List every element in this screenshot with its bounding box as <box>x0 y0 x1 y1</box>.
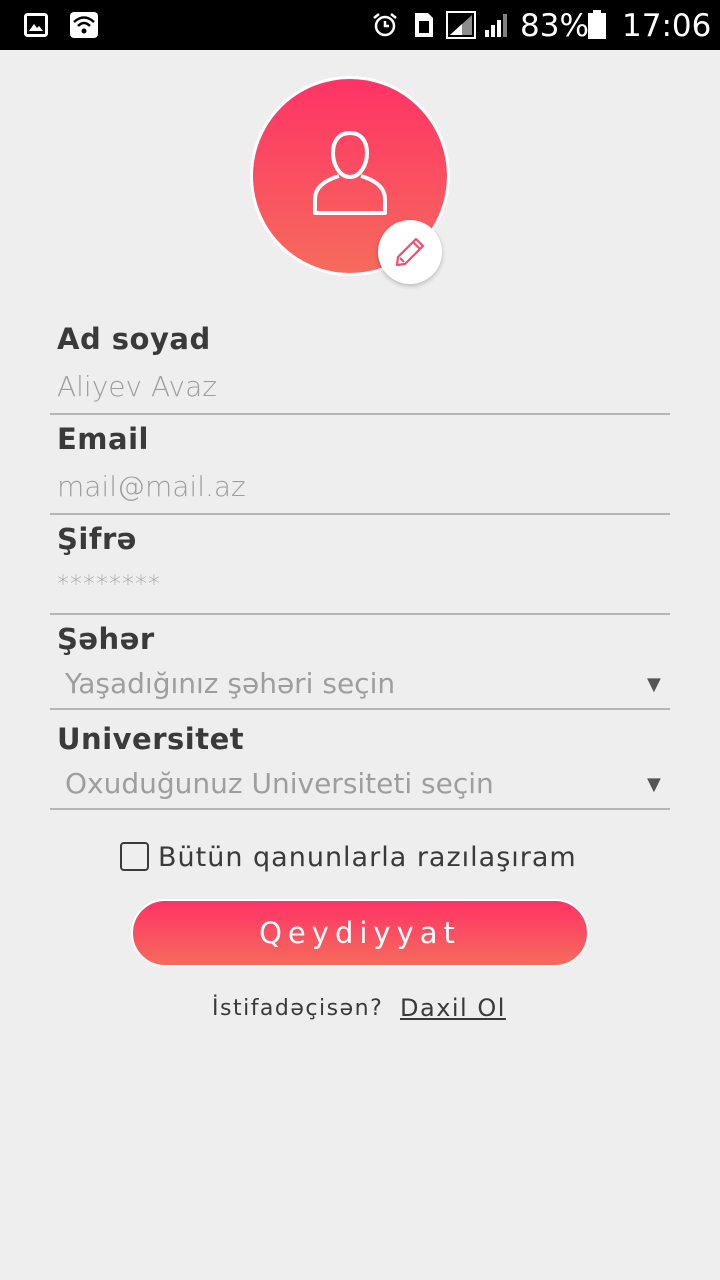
login-question: İstifadəçisən? <box>212 996 384 1021</box>
signal-icon <box>446 0 476 50</box>
password-underline <box>50 613 670 615</box>
email-input[interactable]: mail@mail.az <box>57 470 246 503</box>
edit-avatar-button[interactable] <box>378 220 442 284</box>
fullname-input[interactable]: Aliyev Avaz <box>57 370 217 403</box>
city-label: Şəhər <box>57 622 155 656</box>
agreement-label[interactable]: Bütün qanunlarla razılaşıram <box>158 842 577 873</box>
university-select[interactable]: Oxuduğunuz Universiteti seçin <box>65 767 494 800</box>
fullname-label: Ad soyad <box>57 322 211 356</box>
battery-icon <box>587 0 607 50</box>
agreement-checkbox[interactable] <box>120 842 149 871</box>
email-label: Email <box>57 422 149 456</box>
university-label: Universitet <box>57 722 245 756</box>
alarm-icon <box>372 0 398 50</box>
city-select[interactable]: Yaşadığınız şəhəri seçin <box>65 667 395 700</box>
chevron-down-icon[interactable]: ▼ <box>647 774 661 795</box>
fullname-underline <box>50 413 670 415</box>
wifi-icon <box>70 0 98 50</box>
clock: 17:06 <box>622 8 712 44</box>
pencil-icon <box>395 237 425 267</box>
gallery-icon <box>24 0 48 50</box>
email-underline <box>50 513 670 515</box>
chevron-down-icon[interactable]: ▼ <box>647 674 661 695</box>
user-icon <box>313 130 387 215</box>
login-link[interactable]: Daxil Ol <box>400 994 506 1022</box>
password-input[interactable]: ******** <box>57 570 161 598</box>
signal-icon <box>484 0 510 50</box>
battery-percent: 83% <box>520 8 589 44</box>
city-underline <box>50 708 670 710</box>
university-underline <box>50 808 670 810</box>
password-label: Şifrə <box>57 522 137 556</box>
status-bar: 83% 17:06 <box>0 0 720 50</box>
sim-icon <box>414 0 434 50</box>
register-button[interactable]: Qeydiyyat <box>131 899 589 967</box>
